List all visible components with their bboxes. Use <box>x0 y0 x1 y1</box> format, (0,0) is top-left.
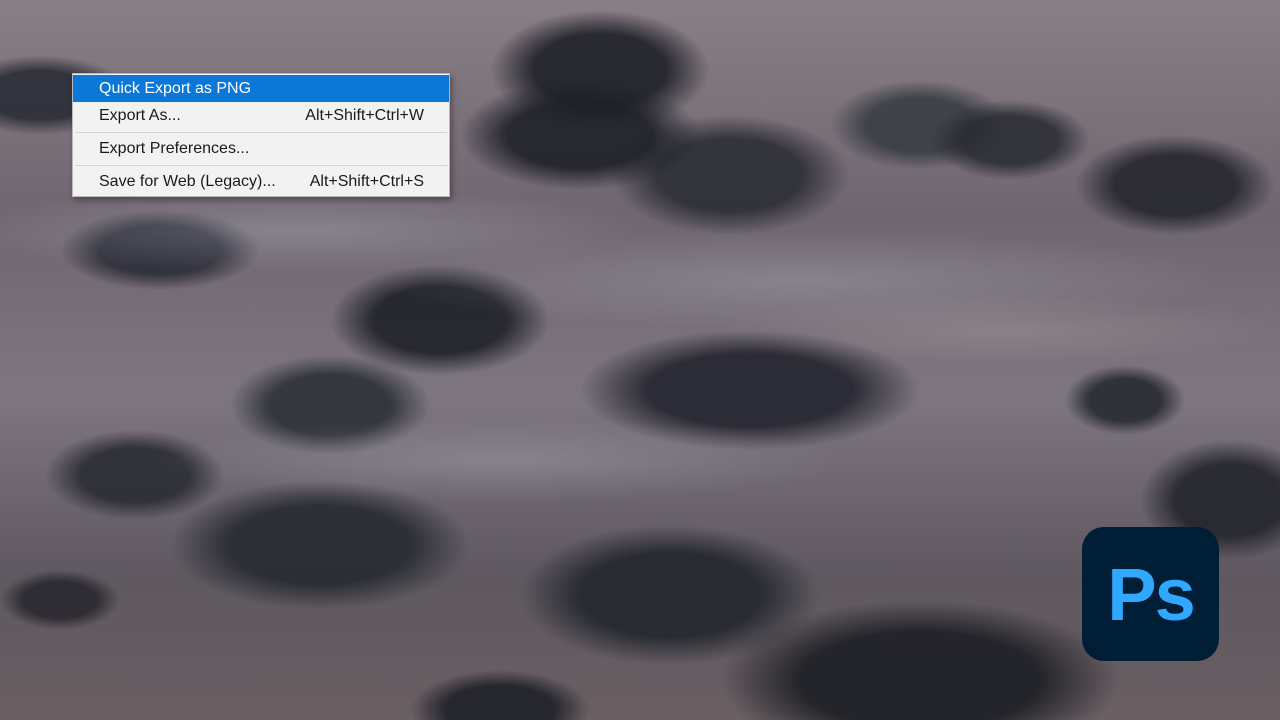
menu-item-label: Export As... <box>99 107 181 124</box>
menu-item-save-for-web[interactable]: Save for Web (Legacy)... Alt+Shift+Ctrl+… <box>73 168 449 196</box>
menu-item-shortcut: Alt+Shift+Ctrl+S <box>309 173 424 190</box>
menu-item-label: Export Preferences... <box>99 140 250 157</box>
menu-separator <box>75 165 447 166</box>
menu-item-label: Save for Web (Legacy)... <box>99 173 276 190</box>
menu-item-export-preferences[interactable]: Export Preferences... <box>73 135 449 163</box>
menu-item-label: Quick Export as PNG <box>99 79 252 97</box>
menu-item-shortcut: Alt+Shift+Ctrl+W <box>305 107 424 124</box>
photoshop-logo-text: Ps <box>1107 552 1196 636</box>
photoshop-logo: Ps <box>1082 527 1219 661</box>
menu-item-export-as[interactable]: Export As... Alt+Shift+Ctrl+W <box>73 102 449 130</box>
menu-item-quick-export-png[interactable]: Quick Export as PNG <box>73 75 449 102</box>
menu-separator <box>75 132 447 133</box>
export-context-menu: Quick Export as PNG Export As... Alt+Shi… <box>72 73 450 197</box>
